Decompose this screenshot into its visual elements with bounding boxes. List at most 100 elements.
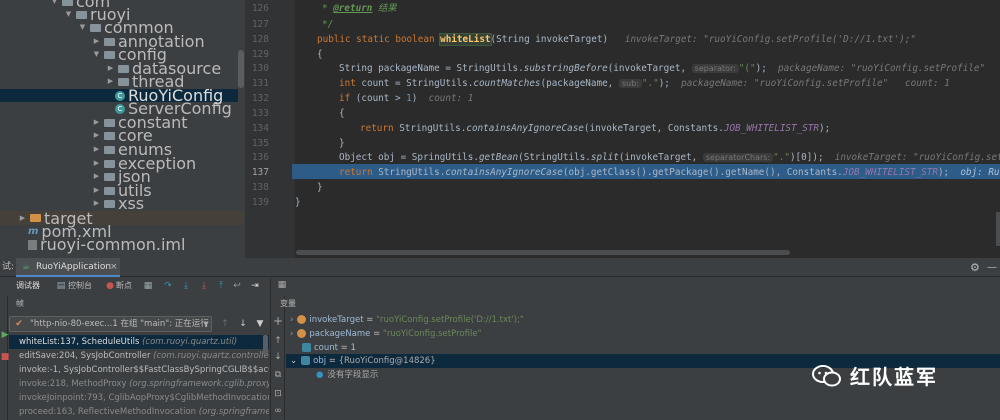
wechat-logo-icon: [812, 364, 842, 387]
frame-row[interactable]: editSave:204, SysJobController (com.ruoy…: [9, 349, 269, 363]
tab-console[interactable]: 控制台: [68, 278, 92, 294]
line-number: 135: [251, 138, 269, 149]
add-watch-icon[interactable]: +: [273, 315, 283, 327]
line-number: 127: [251, 19, 269, 30]
variable-row[interactable]: count = 1: [286, 341, 1000, 355]
chevron-right-icon: ▶: [19, 213, 26, 222]
frame-row[interactable]: invoke:-1, SysJobController$$FastClassBy…: [9, 363, 269, 377]
line-number: 138: [251, 182, 269, 193]
debug-label: 试:: [2, 262, 15, 272]
layout-icon[interactable]: ▦: [143, 281, 153, 291]
variable-row[interactable]: › invokeTarget = "ruoYiConfig.setProfile(…: [286, 313, 1000, 327]
folder-icon: [104, 118, 115, 127]
folder-icon: [62, 0, 73, 6]
code-line-133: {: [339, 108, 345, 119]
chevron-right-icon: ▶: [93, 118, 100, 126]
watermark-text: 红队蓝军: [850, 364, 938, 389]
maven-icon: m: [28, 226, 39, 237]
glasses-icon[interactable]: ∞: [273, 406, 283, 416]
drop-frame-icon[interactable]: ↩: [232, 281, 242, 291]
frame-row[interactable]: proceed:163, ReflectiveMethodInvocation …: [9, 405, 269, 419]
chevron-right-icon: ▶: [93, 159, 100, 167]
chevron-right-icon: ▶: [93, 199, 100, 207]
restore-icon[interactable]: ⊡: [273, 389, 283, 399]
line-number: 139: [251, 197, 269, 208]
up-icon[interactable]: ↑: [273, 336, 283, 346]
thread-select[interactable]: "http-nio-80-exec...1 在组 "main": 正在运行: [9, 316, 212, 332]
folder-icon: [90, 23, 101, 32]
breakpoints-icon: ●: [106, 281, 114, 291]
debug-toolbar: [0, 278, 270, 294]
chevron-down-icon: ▼: [93, 50, 100, 58]
line-number: 136: [251, 152, 269, 163]
force-step-into-icon[interactable]: ⤓: [199, 281, 209, 291]
code-line-132: if (count > 1) count: 1: [339, 93, 474, 104]
chevron-right-icon: ▶: [93, 131, 100, 139]
editor-vertical-scrollbar[interactable]: [996, 212, 1000, 246]
variable-row[interactable]: › packageName = "ruoYiConfig.setProfile": [286, 327, 1000, 341]
step-out-icon[interactable]: ⤒: [216, 281, 226, 291]
copy-icon[interactable]: ⧉: [273, 370, 283, 380]
code-line-128: public static boolean whiteList(String i…: [317, 33, 916, 46]
gear-icon[interactable]: ⚙: [970, 258, 980, 277]
frames-label: 帧: [16, 299, 24, 308]
frames-scrollbar[interactable]: [263, 335, 268, 355]
tree-item-iml[interactable]: ruoyi-common.iml: [28, 237, 185, 253]
folder-icon: [76, 10, 87, 19]
tab-label: RuoYiApplication: [36, 262, 112, 272]
line-number: 131: [251, 78, 269, 89]
folder-icon: [104, 159, 115, 168]
frame-row[interactable]: invoke:218, MethodProxy (org.springframe…: [9, 377, 269, 391]
debug-title-bar: [0, 258, 1000, 277]
chevron-right-icon: ▶: [93, 145, 100, 153]
code-line-134: return StringUtils.containsAnyIgnoreCase…: [360, 123, 831, 134]
folder-icon: [104, 50, 115, 59]
down-icon[interactable]: ↓: [273, 352, 283, 362]
code-line-138: }: [317, 182, 323, 193]
step-over-icon[interactable]: ↷: [163, 281, 173, 291]
chevron-down-icon: ▼: [51, 0, 58, 5]
object-icon: [301, 356, 311, 365]
folder-icon: [30, 214, 41, 222]
primitive-icon: [302, 343, 311, 352]
chevron-down-icon: ▼: [65, 10, 72, 18]
line-number: 130: [251, 63, 269, 74]
chevron-right-icon: ▶: [107, 64, 114, 72]
tree-item-xss[interactable]: ▶ xss: [92, 196, 144, 212]
line-number: 129: [251, 49, 269, 60]
code-line-126: * @return 结果: [322, 3, 397, 14]
code-line-137: return StringUtils.containsAnyIgnoreCase…: [339, 167, 1000, 178]
line-number: 126: [251, 3, 269, 14]
parameter-icon: [297, 315, 307, 324]
dropdown-arrow-icon[interactable]: ▼: [201, 319, 211, 329]
filter-icon[interactable]: ▼: [255, 319, 265, 329]
code-line-139: }: [295, 197, 301, 208]
minimize-icon[interactable]: —: [987, 258, 997, 277]
chevron-right-icon: ▶: [93, 37, 100, 45]
folder-icon: [104, 172, 115, 181]
line-number: 132: [251, 93, 269, 104]
frame-up-icon[interactable]: ↑: [220, 319, 230, 329]
tab-debugger[interactable]: 调试器: [16, 278, 40, 294]
chevron-down-icon: ▼: [79, 23, 86, 31]
line-number: 133: [251, 108, 269, 119]
step-into-icon[interactable]: ⤓: [181, 281, 191, 291]
folder-icon: [104, 145, 115, 154]
frame-down-icon[interactable]: ↓: [238, 319, 248, 329]
info-icon: ●: [316, 370, 324, 380]
close-tab-icon[interactable]: ×: [110, 258, 118, 277]
folder-icon: [104, 199, 115, 208]
code-line-129: {: [317, 49, 323, 60]
tab-breakpoints[interactable]: 断点: [116, 278, 132, 294]
evaluate-icon[interactable]: ▦: [277, 280, 287, 290]
editor-horizontal-scrollbar[interactable]: [296, 250, 790, 255]
tree-scrollbar[interactable]: [238, 50, 244, 88]
frame-row[interactable]: whiteList:137, ScheduleUtils (com.ruoyi.…: [9, 335, 269, 349]
frame-row[interactable]: invokeJoinpoint:793, CglibAopProxy$Cglib…: [9, 391, 269, 405]
variables-label: 变量: [280, 299, 296, 308]
tree-item-target[interactable]: ▶ target: [0, 210, 244, 226]
line-number: 128: [251, 34, 269, 45]
run-to-cursor-icon[interactable]: ⇥: [250, 281, 260, 291]
folder-icon: [104, 186, 115, 195]
check-icon: ✔: [15, 319, 23, 329]
